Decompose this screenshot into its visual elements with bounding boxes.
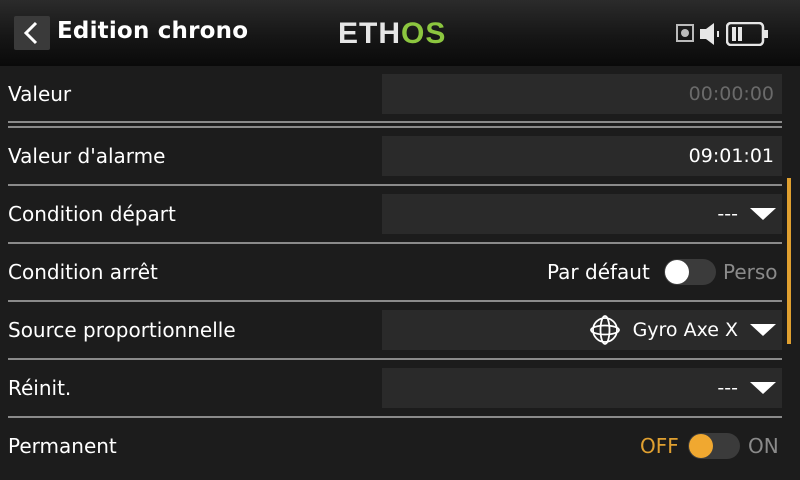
dropdown-arrow-icon bbox=[750, 324, 776, 336]
condition-arret-right-label: Perso bbox=[723, 260, 778, 284]
settings-panel: Valeur 00:00:00 Valeur d'alarme 09:01:01… bbox=[0, 66, 800, 480]
battery-icon bbox=[726, 22, 768, 46]
toggle-knob bbox=[665, 260, 689, 284]
valeur-field[interactable]: 00:00:00 bbox=[382, 74, 782, 114]
condition-arret-left-label: Par défaut bbox=[547, 260, 650, 284]
toggle-knob bbox=[689, 434, 713, 458]
divider bbox=[8, 300, 782, 302]
back-button[interactable] bbox=[14, 16, 50, 50]
reinit-value: --- bbox=[717, 377, 738, 399]
divider bbox=[8, 126, 782, 128]
label-condition-arret: Condition arrêt bbox=[8, 260, 158, 284]
scrollbar[interactable] bbox=[787, 178, 791, 344]
divider bbox=[8, 416, 782, 418]
condition-depart-select[interactable]: --- bbox=[382, 194, 782, 234]
label-source-proportionnelle: Source proportionnelle bbox=[8, 318, 236, 342]
label-valeur-alarme: Valeur d'alarme bbox=[8, 144, 166, 168]
dropdown-arrow-icon bbox=[750, 382, 776, 394]
valeur-alarme-value: 09:01:01 bbox=[688, 145, 774, 167]
speaker-icon bbox=[700, 23, 719, 45]
divider bbox=[8, 121, 782, 123]
permanent-toggle[interactable] bbox=[688, 433, 740, 459]
label-condition-depart: Condition départ bbox=[8, 202, 176, 226]
label-reinit: Réinit. bbox=[8, 376, 72, 400]
record-icon bbox=[676, 24, 694, 42]
divider bbox=[8, 242, 782, 244]
divider bbox=[8, 184, 782, 186]
valeur-value: 00:00:00 bbox=[688, 83, 774, 105]
source-proportionnelle-value: Gyro Axe X bbox=[632, 319, 738, 341]
ethos-logo: ETHOS bbox=[338, 17, 447, 50]
label-valeur: Valeur bbox=[8, 82, 72, 106]
condition-arret-toggle[interactable] bbox=[664, 259, 716, 285]
gyro-icon bbox=[590, 315, 620, 345]
divider bbox=[8, 358, 782, 360]
dropdown-arrow-icon bbox=[750, 208, 776, 220]
page-title: Edition chrono bbox=[57, 18, 249, 44]
source-proportionnelle-select[interactable]: Gyro Axe X bbox=[382, 310, 782, 350]
label-permanent: Permanent bbox=[8, 434, 117, 458]
reinit-select[interactable]: --- bbox=[382, 368, 782, 408]
valeur-alarme-field[interactable]: 09:01:01 bbox=[382, 136, 782, 176]
header-bar: Edition chrono ETHOS bbox=[0, 0, 800, 66]
permanent-off-label: OFF bbox=[640, 434, 679, 458]
chevron-left-icon bbox=[23, 21, 38, 45]
condition-depart-value: --- bbox=[717, 203, 738, 225]
permanent-on-label: ON bbox=[748, 434, 779, 458]
